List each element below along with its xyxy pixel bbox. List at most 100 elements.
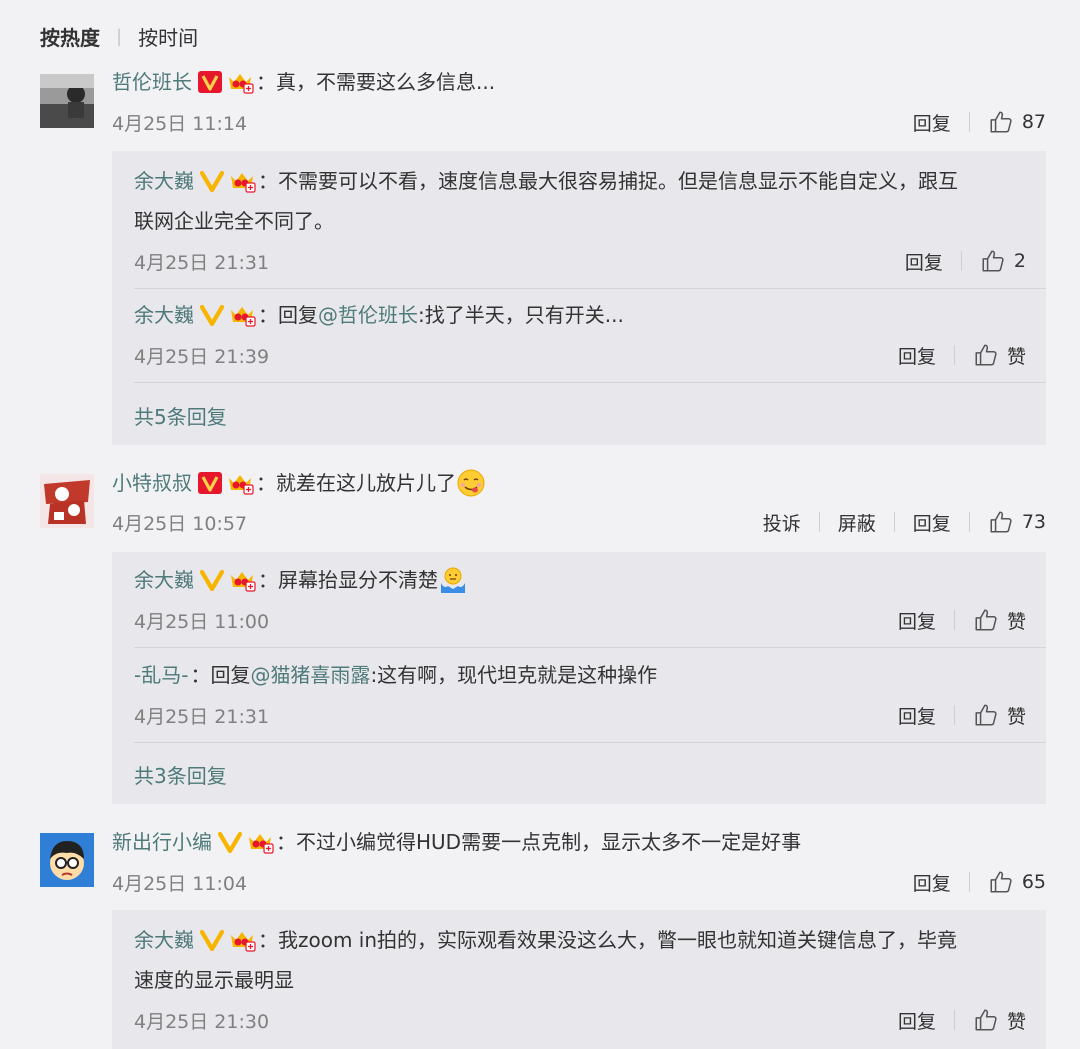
reply-username[interactable]: 余大巍 [134, 560, 194, 600]
divider [968, 512, 970, 532]
colon: ： [190, 663, 211, 687]
reply-divider [134, 742, 1046, 743]
reply-button[interactable]: 回复 [905, 248, 943, 275]
reply-divider [134, 382, 1046, 383]
colon: ： [258, 169, 278, 193]
divider [953, 705, 955, 725]
divider [953, 610, 955, 630]
reply-divider [134, 288, 1046, 289]
reply-username[interactable]: 余大巍 [134, 161, 194, 201]
like-count: 65 [1021, 871, 1046, 893]
like-button[interactable]: 73 [988, 509, 1046, 535]
yummy-emoji-icon [457, 469, 485, 497]
reply-text: 不需要可以不看，速度信息最大很容易捕捉。但是信息显示不能自定义，跟互 [278, 169, 958, 193]
thumbs-up-icon [973, 607, 999, 633]
sort-divider: | [116, 25, 123, 47]
verified-v-icon [200, 929, 224, 951]
reply-text-cont: 联网企业完全不同了。 [134, 209, 334, 233]
more-replies-link[interactable]: 共3条回复 [134, 760, 227, 789]
reply-time: 4月25日 21:31 [134, 251, 270, 274]
username[interactable]: 小特叔叔 [112, 469, 192, 497]
reply-text: 屏幕抬显分不清楚 [278, 568, 438, 592]
comment-text: 真，不需要这么多信息... [276, 70, 496, 94]
reply-time: 4月25日 21:30 [134, 1010, 270, 1033]
verified-v-icon [218, 831, 242, 853]
mention-link[interactable]: @猫猪喜雨露 [250, 655, 370, 695]
colon: ： [258, 928, 278, 952]
like-button[interactable]: 赞 [973, 1007, 1026, 1034]
reply-box: 余大巍 ： 我zoom in拍的，实际观看效果没这么大，瞥一眼也就知道关键信息了… [112, 910, 1046, 1049]
like-label: 赞 [1006, 1010, 1026, 1033]
reply-username[interactable]: 余大巍 [134, 295, 194, 335]
comment-time: 4月25日 11:04 [112, 872, 248, 895]
reply-text-cont: 速度的显示最明显 [134, 968, 294, 992]
reply-time: 4月25日 21:31 [134, 705, 270, 728]
like-button[interactable]: 赞 [973, 607, 1026, 634]
thumbs-up-icon [988, 109, 1014, 135]
vip-crown-icon [228, 928, 256, 952]
vip-crown-icon [228, 568, 256, 592]
comment-time: 4月25日 10:57 [112, 512, 248, 535]
reply-divider [134, 647, 1046, 648]
like-label: 赞 [1006, 345, 1026, 368]
like-label: 赞 [1006, 705, 1026, 728]
username[interactable]: 新出行小编 [112, 828, 212, 856]
reply-text: 我zoom in拍的，实际观看效果没这么大，瞥一眼也就知道关键信息了，毕竟 [278, 928, 958, 952]
reply-button[interactable]: 回复 [913, 109, 951, 136]
thumbs-up-icon [973, 342, 999, 368]
vip-crown-icon [226, 471, 254, 495]
like-button[interactable]: 65 [988, 869, 1046, 895]
divider [968, 112, 970, 132]
colon: ： [276, 830, 296, 854]
thumbs-up-icon [973, 702, 999, 728]
divider [960, 251, 962, 271]
reply-button[interactable]: 回复 [913, 869, 951, 896]
reply-time: 4月25日 11:00 [134, 610, 270, 633]
thumbs-up-icon [988, 869, 1014, 895]
thumbs-up-icon [973, 1007, 999, 1033]
divider [818, 512, 820, 532]
colon: ： [256, 471, 276, 495]
verified-v-icon [200, 569, 224, 591]
reply-button[interactable]: 回复 [898, 702, 936, 729]
like-button[interactable]: 赞 [973, 702, 1026, 729]
reply-button[interactable]: 回复 [913, 509, 951, 536]
comment-time: 4月25日 11:14 [112, 112, 248, 135]
reply-button[interactable]: 回复 [898, 342, 936, 369]
verified-v-icon [200, 304, 224, 326]
reply-box: 余大巍 ： 不需要可以不看，速度信息最大很容易捕捉。但是信息显示不能自定义，跟互… [112, 151, 1046, 445]
reply-button[interactable]: 回复 [898, 1007, 936, 1034]
thumbs-up-icon [988, 509, 1014, 535]
like-button[interactable]: 87 [988, 109, 1046, 135]
like-button[interactable]: 2 [980, 248, 1026, 274]
sort-by-hot[interactable]: 按热度 [40, 22, 100, 51]
complain-button[interactable]: 投诉 [763, 509, 801, 536]
avatar[interactable] [40, 74, 94, 128]
mention-link[interactable]: @哲伦班长 [318, 295, 418, 335]
avatar[interactable] [40, 474, 94, 528]
reply-text: :这有啊，现代坦克就是这种操作 [370, 663, 658, 687]
avatar[interactable] [40, 833, 94, 887]
reply-username[interactable]: -乱马- [134, 655, 188, 695]
thumbs-up-icon [980, 248, 1006, 274]
like-button[interactable]: 赞 [973, 342, 1026, 369]
reply-button[interactable]: 回复 [898, 607, 936, 634]
vip-crown-icon [246, 830, 274, 854]
username[interactable]: 哲伦班长 [112, 68, 192, 96]
divider [953, 1010, 955, 1030]
divider [968, 872, 970, 892]
colon: ： [258, 303, 278, 327]
divider [953, 345, 955, 365]
like-count: 2 [1013, 250, 1026, 272]
sort-bar: 按热度 | 按时间 [40, 22, 198, 50]
colon: ： [256, 70, 276, 94]
comment-text: 就差在这儿放片儿了 [276, 471, 456, 495]
more-replies-link[interactable]: 共5条回复 [134, 401, 227, 430]
sort-by-time[interactable]: 按时间 [138, 22, 198, 51]
reply-time: 4月25日 21:39 [134, 345, 270, 368]
colon: ： [258, 568, 278, 592]
reply-box: 余大巍 ： 屏幕抬显分不清楚 4月25日 11:00 回复 赞 -乱马- ： 回… [112, 552, 1046, 804]
reply-username[interactable]: 余大巍 [134, 920, 194, 960]
block-button[interactable]: 屏蔽 [838, 509, 876, 536]
shrug-emoji-icon [441, 567, 465, 593]
